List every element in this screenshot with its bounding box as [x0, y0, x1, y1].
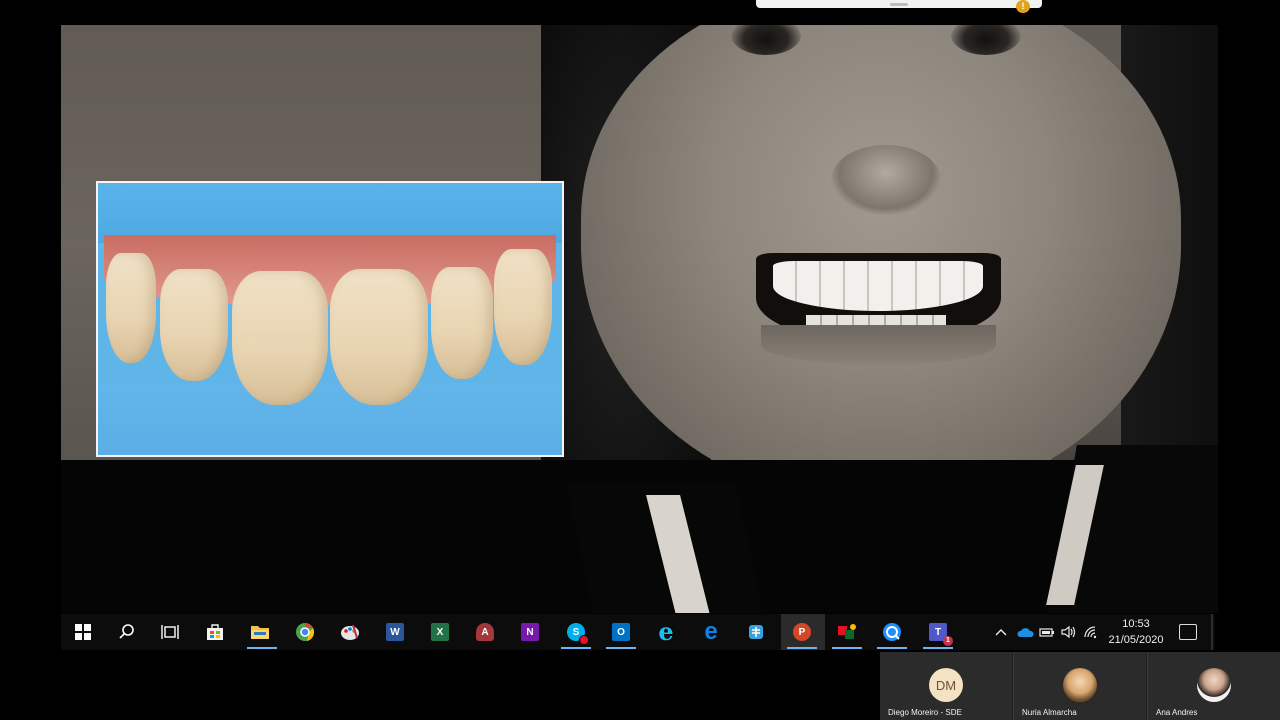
settings-app-icon[interactable] — [743, 619, 769, 645]
skype-icon[interactable]: S — [563, 619, 589, 645]
avatar: DM — [929, 668, 963, 702]
file-explorer-active-indicator — [247, 647, 277, 649]
portrait-teeth-upper — [773, 261, 983, 311]
portrait-nose — [831, 145, 941, 215]
teams-active-indicator — [923, 647, 953, 649]
warning-icon[interactable]: ! — [1016, 0, 1030, 13]
onenote-icon[interactable]: N — [517, 619, 543, 645]
powerpoint-icon[interactable]: P — [789, 619, 815, 645]
volume-icon[interactable] — [1061, 614, 1077, 650]
remote-assist-icon[interactable] — [879, 619, 905, 645]
inset-tooth — [494, 249, 552, 365]
participant-name: Ana Andres — [1156, 708, 1198, 717]
wifi-icon[interactable] — [1083, 614, 1097, 650]
clock-time: 10:53 — [1122, 618, 1150, 630]
edge-icon[interactable]: e — [698, 619, 724, 645]
task-view-icon[interactable] — [157, 619, 183, 645]
outlook-active-indicator — [606, 647, 636, 649]
participant-name: Diego Moreiro - SDE — [888, 708, 962, 717]
action-center-icon[interactable] — [1179, 624, 1197, 640]
teams-icon[interactable]: T1 — [925, 619, 953, 646]
inset-tooth — [232, 271, 328, 405]
start-icon[interactable] — [70, 619, 96, 645]
windows-taskbar: W X A N S O e e P T1 10:53 21/05/2020 — [61, 614, 1215, 650]
dental-inset-photo — [96, 181, 564, 457]
access-icon[interactable]: A — [472, 619, 498, 645]
participants-strip: DM Diego Moreiro - SDE Nuria Almarcha An… — [880, 652, 1280, 720]
paint-icon[interactable] — [337, 619, 363, 645]
participant-tile[interactable]: Nuria Almarcha — [1013, 652, 1146, 720]
powerpoint-active-indicator — [787, 647, 817, 649]
file-explorer-icon[interactable] — [247, 619, 273, 645]
participant-tile[interactable]: Ana Andres — [1147, 652, 1280, 720]
clock-date: 21/05/2020 — [1108, 634, 1164, 646]
media-app-icon[interactable] — [834, 619, 860, 645]
store-icon[interactable] — [202, 619, 228, 645]
participant-tile[interactable]: DM Diego Moreiro - SDE — [880, 652, 1012, 720]
show-desktop-button[interactable] — [1211, 614, 1213, 650]
participant-name: Nuria Almarcha — [1022, 708, 1077, 717]
outlook-icon[interactable]: O — [608, 619, 634, 645]
search-icon[interactable] — [114, 619, 140, 645]
inset-background-top — [98, 183, 562, 243]
tray-expand-icon[interactable] — [995, 614, 1007, 650]
inset-background-bottom — [98, 383, 562, 455]
inset-tooth — [106, 253, 156, 363]
media-app-active-indicator — [832, 647, 862, 649]
inset-tooth — [160, 269, 228, 381]
word-icon[interactable]: W — [382, 619, 408, 645]
remote-assist-active-indicator — [877, 647, 907, 649]
onedrive-icon[interactable] — [1016, 614, 1034, 650]
chrome-icon[interactable] — [292, 619, 318, 645]
inset-tooth — [431, 267, 493, 379]
battery-icon[interactable] — [1039, 614, 1055, 650]
internet-explorer-icon[interactable]: e — [653, 619, 679, 645]
taskbar-clock[interactable]: 10:53 21/05/2020 — [1101, 616, 1171, 648]
inset-tooth — [330, 269, 428, 405]
avatar — [1197, 668, 1231, 702]
excel-icon[interactable]: X — [427, 619, 453, 645]
avatar — [1063, 668, 1097, 702]
sharing-toolbar-grip[interactable] — [890, 3, 908, 6]
skype-active-indicator — [561, 647, 591, 649]
portrait-lower-lip — [761, 325, 996, 365]
